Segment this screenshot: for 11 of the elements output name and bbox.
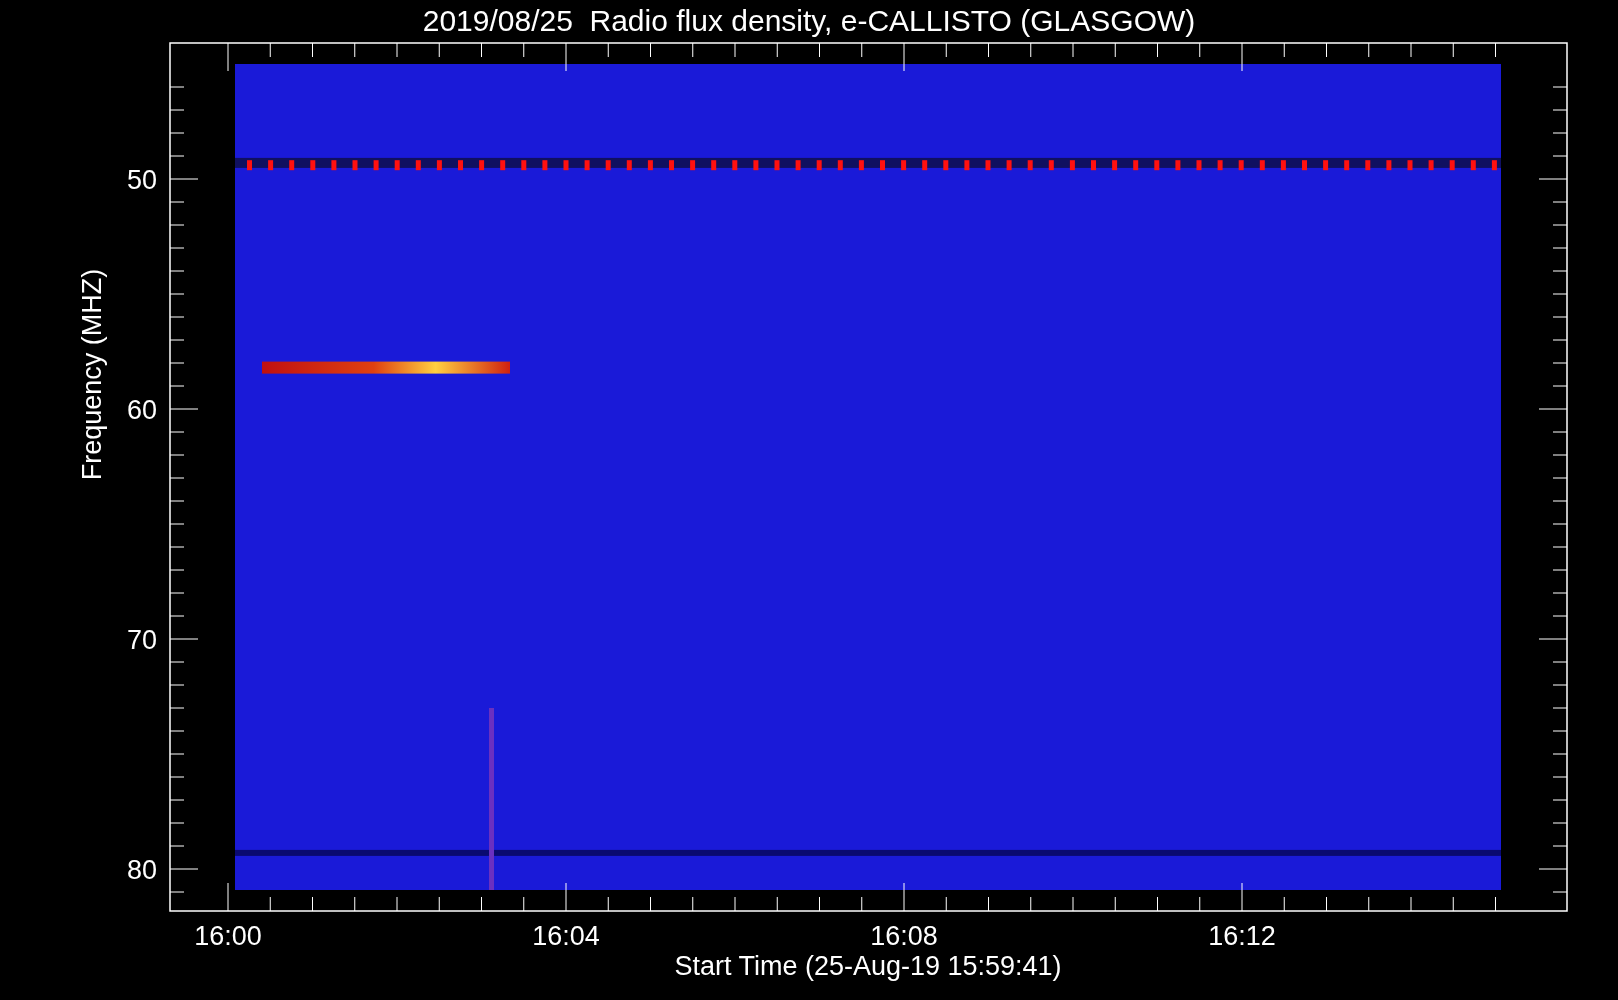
y-tick-label: 80 — [126, 855, 157, 885]
x-tick-label: 16:00 — [194, 921, 262, 951]
x-tick-label: 16:08 — [870, 921, 938, 951]
y-axis-title: Frequency (MHZ) — [77, 268, 107, 481]
y-tick-label: 70 — [126, 625, 157, 655]
plot-title: 2019/08/25 Radio flux density, e-CALLISTO (GLASGOW) — [422, 3, 1196, 39]
x-tick-label: 16:12 — [1208, 921, 1276, 951]
x-axis-title: Start Time (25-Aug-19 15:59:41) — [674, 951, 1062, 981]
y-tick-label: 50 — [126, 165, 157, 195]
y-tick-label: 60 — [126, 395, 157, 425]
x-tick-label: 16:04 — [532, 921, 600, 951]
